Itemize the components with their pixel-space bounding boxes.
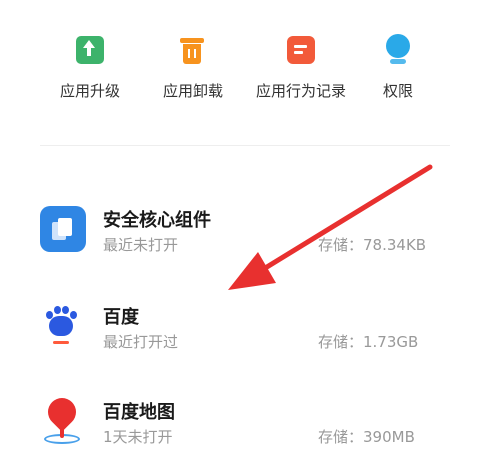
app-uninstall-button[interactable]: 应用卸载 [133,30,253,101]
app-name: 百度地图 [103,402,175,423]
app-name: 百度 [103,307,139,328]
trash-lid [180,38,204,43]
trash-icon [179,36,207,64]
permission-button[interactable]: 权限 [338,30,458,101]
app-row-baidu[interactable]: 百度 最近打开过 存储：1.73GB [0,297,491,367]
baidu-paw-toe [70,311,77,319]
app-row-baidu-map[interactable]: 百度地图 1天未打开 存储：390MB [0,392,491,462]
map-pin [42,392,82,432]
app-last-opened: 1天未打开 [103,428,173,446]
app-uninstall-label: 应用卸载 [162,82,223,100]
permission-icon [384,34,412,64]
baidu-paw-pad [49,316,73,336]
baidu-map-icon [40,392,86,444]
app-storage: 存储：390MB [318,428,415,446]
baidu-paw-toe [54,306,61,314]
app-storage: 存储：1.73GB [318,333,419,351]
section-divider [40,145,450,146]
app-last-opened: 最近打开过 [103,333,179,351]
app-row-security-core[interactable]: 安全核心组件 最近未打开 存储：78.34KB [0,200,491,270]
app-name: 安全核心组件 [103,210,211,231]
baidu-icon-underline [53,341,69,344]
app-management-toolbar: 应用升级 应用卸载 应用行为记录 权限 [0,30,491,110]
security-core-icon [40,206,86,252]
upgrade-icon [76,36,104,64]
baidu-icon [40,303,86,349]
app-storage: 存储：78.34KB [318,236,427,254]
permission-icon-base [390,59,406,64]
security-core-icon-front-page [58,218,72,236]
baidu-paw-toe [62,306,69,314]
app-last-opened: 最近未打开 [103,236,179,254]
trash-bin [183,44,201,64]
record-icon [287,36,315,64]
permission-label: 权限 [382,82,413,100]
app-upgrade-label: 应用升级 [59,82,120,100]
permission-icon-head [386,34,410,58]
app-upgrade-button[interactable]: 应用升级 [30,30,150,101]
